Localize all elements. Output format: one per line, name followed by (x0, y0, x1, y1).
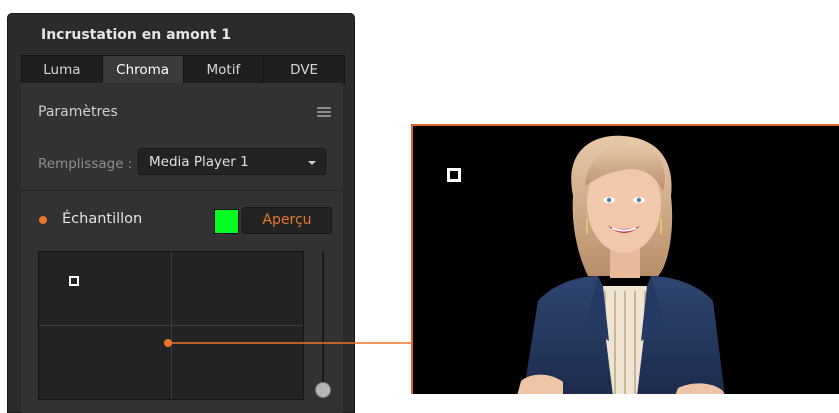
panel-title: Incrustation en amont 1 (41, 27, 232, 43)
presenter-image (517, 135, 725, 394)
fill-source-value: Media Player 1 (149, 154, 249, 170)
chevron-down-icon (308, 161, 316, 165)
section-divider (21, 190, 343, 191)
preview-button[interactable]: Aperçu (242, 207, 332, 234)
sample-cursor-marker[interactable] (69, 276, 79, 286)
chroma-sample-picker[interactable] (38, 251, 304, 400)
sample-slider-knob[interactable] (315, 382, 331, 398)
sample-color-swatch (214, 209, 239, 234)
fill-source-select[interactable]: Media Player 1 (138, 148, 326, 175)
video-preview (411, 124, 839, 394)
tab-dve[interactable]: DVE (264, 56, 344, 84)
orange-dot-icon (39, 216, 47, 224)
settings-heading: Paramètres (38, 104, 118, 120)
tab-pattern[interactable]: Motif (184, 56, 265, 84)
sample-slider-track[interactable] (322, 251, 324, 396)
tab-chroma[interactable]: Chroma (102, 56, 184, 84)
sample-label: Échantillon (62, 211, 143, 227)
key-type-tabs: Luma Chroma Motif DVE (21, 55, 345, 85)
picker-grid-line (39, 325, 303, 326)
fill-source-label: Remplissage : (38, 156, 133, 172)
tab-luma[interactable]: Luma (22, 56, 103, 84)
chroma-settings-section: Paramètres Remplissage : Media Player 1 … (21, 83, 343, 413)
hamburger-icon[interactable] (317, 107, 331, 117)
upstream-key-panel: Incrustation en amont 1 Luma Chroma Moti… (7, 13, 355, 413)
